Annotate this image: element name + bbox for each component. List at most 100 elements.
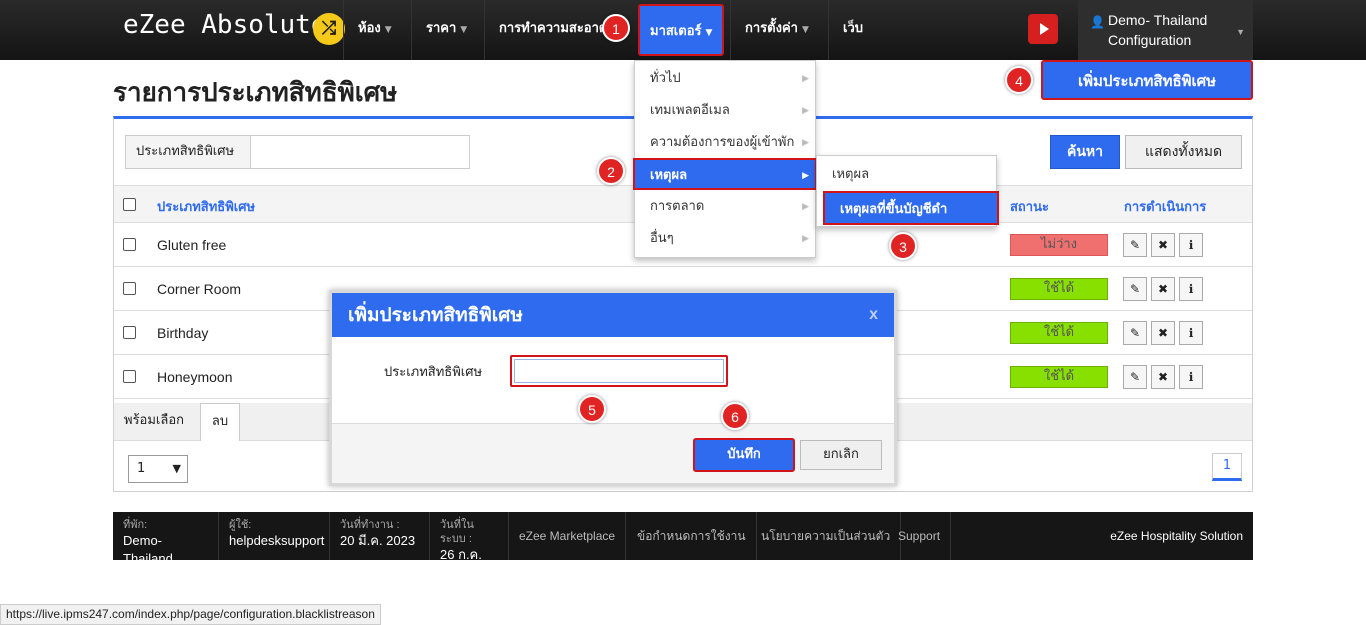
delete-icon[interactable]: ✖	[1151, 365, 1175, 389]
footer-brand: eZee Hospitality Solution	[1110, 529, 1243, 543]
footer-link-marketplace[interactable]: eZee Marketplace	[509, 512, 627, 560]
chevron-right-icon: ▶	[802, 234, 809, 244]
menu-item-label: ทั่วไป	[650, 71, 681, 86]
menu-item-reasons[interactable]: เหตุผล ▶	[633, 158, 817, 190]
privilege-type-input[interactable]	[510, 355, 728, 387]
step-marker: 6	[721, 402, 749, 430]
step-marker: 1	[602, 14, 630, 42]
add-privilege-type-button[interactable]: เพิ่มประเภทสิทธิพิเศษ	[1041, 60, 1253, 100]
submenu-item-blacklist-reasons[interactable]: เหตุผลที่ขึ้นบัญชีดำ	[823, 191, 999, 225]
menu-item-marketing[interactable]: การตลาด ▶	[635, 191, 815, 223]
header-name[interactable]: ประเภทสิทธิพิเศษ	[157, 196, 255, 217]
page-size-select[interactable]: 1 ▼	[128, 455, 188, 483]
ready-label: พร้อมเลือก	[124, 413, 185, 428]
chevron-down-icon: ▼	[460, 25, 468, 35]
bulk-delete-button[interactable]: ลบ	[200, 403, 240, 441]
submenu-item-reasons[interactable]: เหตุผล	[817, 158, 998, 192]
status-badge[interactable]: ไม่ว่าง	[1010, 234, 1108, 256]
edit-icon[interactable]: ✎	[1123, 233, 1147, 257]
master-dropdown-menu: ทั่วไป ▶ เทมเพลตอีเมล ▶ ความต้องการของผู้เ…	[633, 60, 817, 258]
pagination-page[interactable]: 1	[1212, 453, 1242, 481]
nav-rooms-label: ห้อง	[358, 21, 381, 36]
footer-sysdate-label: วันที่ในระบบ :	[440, 519, 474, 545]
row-checkbox[interactable]	[123, 370, 136, 383]
delete-icon[interactable]: ✖	[1151, 277, 1175, 301]
delete-icon[interactable]: ✖	[1151, 321, 1175, 345]
row-name: Honeymoon	[157, 369, 233, 385]
nav-settings-label: การตั้งค่า	[745, 21, 798, 36]
info-icon[interactable]: ℹ	[1179, 277, 1203, 301]
row-name: Corner Room	[157, 281, 242, 297]
show-all-button[interactable]: แสดงทั้งหมด	[1125, 135, 1242, 169]
cancel-button[interactable]: ยกเลิก	[800, 440, 882, 470]
youtube-icon[interactable]	[1028, 14, 1058, 44]
nav-web[interactable]: เว็บ	[828, 0, 877, 60]
menu-item-others[interactable]: อื่นๆ ▶	[635, 223, 815, 255]
footer-sysdate-value: 26 ก.ค. 2023	[440, 547, 482, 580]
filter-input[interactable]	[250, 135, 470, 169]
row-checkbox[interactable]	[123, 238, 136, 251]
chevron-down-icon: ▼	[384, 25, 392, 35]
chevron-right-icon: ▶	[802, 138, 809, 148]
user-context: Configuration	[1108, 32, 1192, 48]
user-menu[interactable]: 👤 Demo- Thailand Configuration ▼	[1078, 0, 1253, 60]
edit-icon[interactable]: ✎	[1123, 365, 1147, 389]
app-logo[interactable]: eZee Absolute	[123, 10, 327, 40]
info-icon[interactable]: ℹ	[1179, 233, 1203, 257]
page-footer: ที่พัก: Demo- Thailand ผู้ใช้: helpdesks…	[113, 512, 1253, 580]
dialog-header: เพิ่มประเภทสิทธิพิเศษ x	[332, 293, 894, 337]
row-checkbox[interactable]	[123, 326, 136, 339]
user-icon: 👤	[1090, 15, 1105, 29]
select-all-checkbox[interactable]	[123, 198, 136, 211]
nav-master[interactable]: มาสเตอร์ ▼	[638, 4, 725, 56]
row-checkbox[interactable]	[123, 282, 136, 295]
menu-item-guest-preferences[interactable]: ความต้องการของผู้เข้าพัก ▶	[635, 127, 815, 159]
edit-icon[interactable]: ✎	[1123, 277, 1147, 301]
status-badge[interactable]: ใช้ได้	[1010, 322, 1108, 344]
chevron-right-icon: ▶	[802, 202, 809, 212]
header-actions: การดำเนินการ	[1124, 200, 1207, 215]
menu-item-general[interactable]: ทั่วไป ▶	[635, 63, 815, 95]
reasons-submenu: เหตุผล เหตุผลที่ขึ้นบัญชีดำ	[816, 155, 999, 227]
step-marker: 3	[889, 232, 917, 260]
info-icon[interactable]: ℹ	[1179, 321, 1203, 345]
nav-rooms[interactable]: ห้อง ▼	[343, 0, 406, 60]
nav-settings[interactable]: การตั้งค่า ▼	[730, 0, 823, 60]
privilege-type-label: ประเภทสิทธิพิเศษ	[384, 365, 483, 380]
chevron-down-icon: ▼	[1236, 27, 1245, 37]
footer-workday-value: 20 มี.ค. 2023	[340, 533, 416, 548]
save-button[interactable]: บันทึก	[693, 438, 795, 472]
footer-link-privacy[interactable]: นโยบายความเป็นส่วนตัว	[751, 512, 902, 560]
add-privilege-type-dialog: เพิ่มประเภทสิทธิพิเศษ x ประเภทสิทธิพิเศษ…	[329, 290, 897, 486]
chevron-down-icon: ▼	[801, 25, 809, 35]
footer-property-label: ที่พัก:	[123, 519, 148, 531]
edit-icon[interactable]: ✎	[1123, 321, 1147, 345]
user-name: Demo- Thailand	[1108, 12, 1208, 28]
close-icon[interactable]: x	[869, 293, 878, 337]
info-icon[interactable]: ℹ	[1179, 365, 1203, 389]
chevron-right-icon: ▶	[802, 171, 809, 181]
delete-icon[interactable]: ✖	[1151, 233, 1175, 257]
page-size-value: 1	[137, 461, 146, 476]
row-name: Birthday	[157, 325, 209, 341]
status-badge[interactable]: ใช้ได้	[1010, 366, 1108, 388]
footer-link-support[interactable]: Support	[888, 512, 952, 560]
menu-item-label: อื่นๆ	[650, 231, 674, 246]
status-badge[interactable]: ใช้ได้	[1010, 278, 1108, 300]
page-title: รายการประเภทสิทธิพิเศษ	[113, 78, 398, 108]
nav-web-label: เว็บ	[843, 21, 863, 36]
nav-housekeeping-label: การทำความสะอาด	[499, 21, 608, 36]
footer-property: ที่พัก: Demo- Thailand	[113, 512, 219, 566]
filter-label: ประเภทสิทธิพิเศษ	[125, 135, 251, 169]
search-button[interactable]: ค้นหา	[1050, 135, 1120, 169]
menu-item-email-templates[interactable]: เทมเพลตอีเมล ▶	[635, 95, 815, 127]
nav-master-label: มาสเตอร์	[650, 24, 702, 39]
row-name: Gluten free	[157, 237, 227, 253]
nav-rates[interactable]: ราคา ▼	[411, 0, 481, 60]
chevron-right-icon: ▶	[802, 74, 809, 84]
footer-workday: วันที่ทำงาน : 20 มี.ค. 2023	[330, 512, 430, 560]
menu-item-label: เทมเพลตอีเมล	[650, 103, 730, 118]
footer-link-terms[interactable]: ข้อกำหนดการใช้งาน	[627, 512, 757, 560]
top-navbar: eZee Absolute ⤮ ห้อง ▼ ราคา ▼ การทำความสะอ…	[0, 0, 1366, 60]
footer-user-value: helpdesksupport	[229, 533, 325, 548]
